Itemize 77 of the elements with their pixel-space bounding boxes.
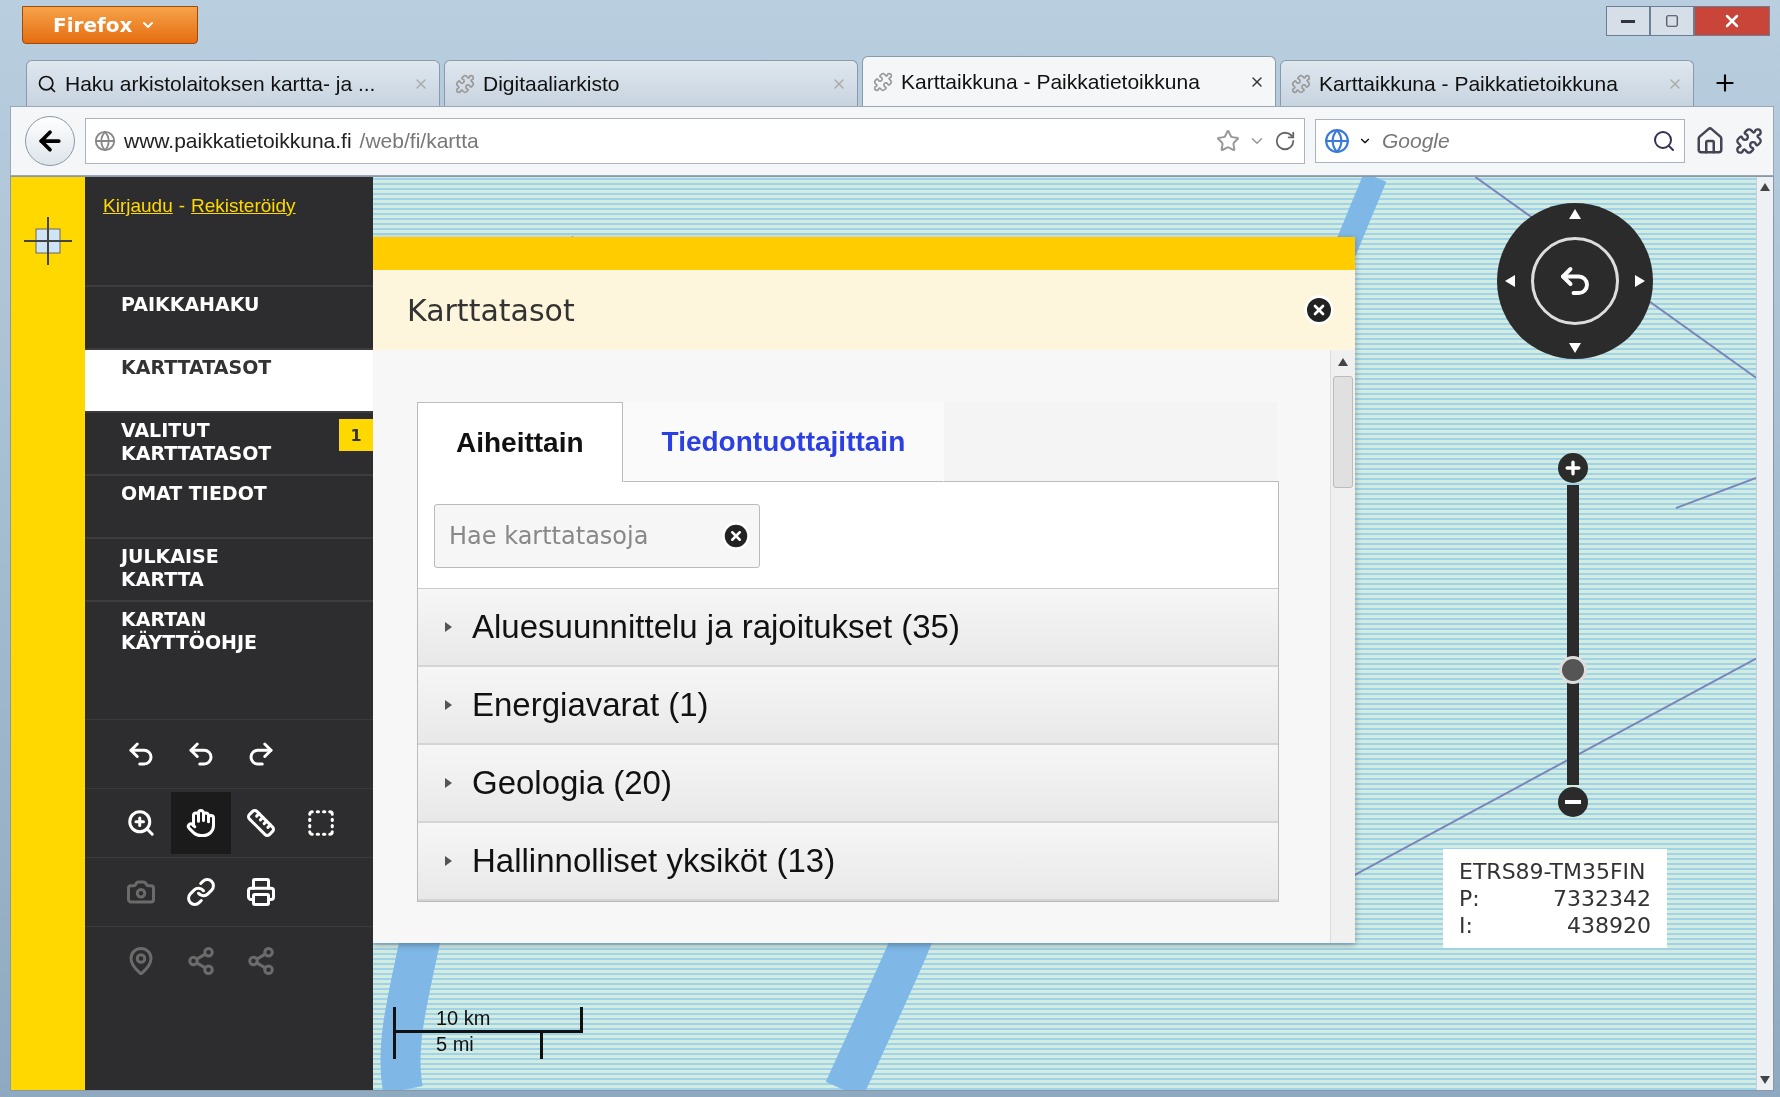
zoom-slider-thumb[interactable] (1559, 656, 1587, 685)
plus-icon (1563, 458, 1583, 478)
register-link[interactable]: Rekisteröidy (191, 195, 296, 217)
minus-icon (1565, 800, 1581, 804)
scale-bar-imperial: 5 mi (393, 1033, 543, 1059)
up-arrow-icon (1569, 209, 1581, 219)
sidebar-item[interactable]: KARTTATASOT (85, 348, 373, 411)
pan-left-button[interactable] (1505, 275, 1515, 287)
browser-tab[interactable]: Karttaikkuna - Paikkatietoikkuna (862, 56, 1276, 106)
search-field[interactable]: Google (1315, 119, 1685, 163)
left-arrow-icon (1505, 275, 1515, 287)
minimize-icon (1621, 19, 1635, 23)
search-input[interactable]: Google (1380, 128, 1644, 154)
browser-tab[interactable]: Digitaaliarkisto (444, 60, 858, 106)
dashed-square-icon (306, 808, 336, 838)
bookmark-star-icon[interactable] (1216, 129, 1240, 153)
layer-group-row[interactable]: Energiavarat (1) (418, 667, 1278, 745)
address-field[interactable]: www.paikkatietoikkuna.fi /web/fi/kartta (85, 118, 1305, 164)
layer-search-input[interactable]: Hae karttatasoja (447, 521, 721, 551)
panel-title: Karttatasot (407, 292, 575, 328)
layer-group-row[interactable]: Hallinnolliset yksiköt (13) (418, 823, 1278, 901)
pan-tool[interactable] (171, 792, 231, 854)
search-icon[interactable] (1652, 129, 1676, 153)
hand-icon (186, 808, 216, 838)
zoom-in-button[interactable] (1558, 453, 1588, 483)
coordinate-value: 438920 (1566, 913, 1651, 938)
coordinate-value: 7332342 (1552, 886, 1651, 911)
home-icon[interactable] (1695, 126, 1725, 156)
ruler-icon (246, 808, 276, 838)
close-icon (1303, 294, 1335, 326)
scale-bar-metric: 10 km (393, 1007, 583, 1033)
coordinate-label: P: (1459, 886, 1480, 911)
scroll-down-icon[interactable] (1760, 1076, 1770, 1084)
scrollbar-thumb[interactable] (1333, 376, 1353, 488)
search-icon (37, 73, 57, 94)
zoom-out-button[interactable] (1558, 787, 1588, 817)
maximize-icon (1665, 14, 1679, 28)
layer-group-row[interactable]: Geologia (20) (418, 745, 1278, 823)
link-icon (186, 877, 216, 907)
count-badge: 1 (339, 419, 373, 451)
expand-triangle-icon[interactable] (442, 621, 454, 633)
minimize-button[interactable] (1606, 6, 1650, 36)
maximize-button[interactable] (1650, 6, 1694, 36)
page-scrollbar[interactable] (1756, 177, 1773, 1090)
coordinate-label: I: (1459, 913, 1474, 938)
expand-triangle-icon[interactable] (442, 855, 454, 867)
pan-up-button[interactable] (1569, 209, 1581, 219)
printer-icon (246, 877, 276, 907)
scroll-up-icon[interactable] (1338, 358, 1348, 366)
coordinate-system: ETRS89-TM35FIN (1459, 859, 1647, 884)
clear-icon (721, 521, 751, 551)
down-arrow-icon (1569, 343, 1581, 353)
search-engine-icon[interactable] (1324, 128, 1350, 154)
link-separator: - (178, 195, 186, 217)
reload-icon[interactable] (1274, 130, 1296, 152)
expand-triangle-icon[interactable] (442, 777, 454, 789)
browser-tab[interactable]: Haku arkistolaitoksen kartta- ja ... (26, 60, 440, 106)
login-link[interactable]: Kirjaudu (103, 195, 173, 217)
clear-button[interactable] (721, 521, 751, 551)
panel-tab[interactable]: Tiedontuottajittain (622, 402, 945, 482)
expand-triangle-icon[interactable] (442, 699, 454, 711)
share-nodes-icon (186, 946, 216, 976)
crosshair-icon (24, 217, 72, 265)
browser-tab[interactable]: Karttaikkuna - Paikkatietoikkuna (1280, 60, 1694, 106)
zoom-box-icon (126, 808, 156, 838)
pan-right-button[interactable] (1635, 275, 1645, 287)
scrollbar[interactable] (1330, 350, 1355, 943)
right-arrow-icon (1635, 275, 1645, 287)
share-nodes-icon (246, 946, 276, 976)
layer-group-row[interactable]: Aluesuunnittelu ja rajoitukset (35) (418, 589, 1278, 667)
globe-icon (94, 130, 116, 152)
back-button[interactable] (25, 116, 75, 166)
scroll-up-icon[interactable] (1760, 183, 1770, 191)
pan-down-button[interactable] (1569, 343, 1581, 353)
layer-search-field[interactable]: Hae karttatasoja (434, 504, 760, 568)
panel-tab[interactable]: Aiheittain (417, 402, 623, 482)
addon-icon[interactable] (1735, 127, 1763, 155)
